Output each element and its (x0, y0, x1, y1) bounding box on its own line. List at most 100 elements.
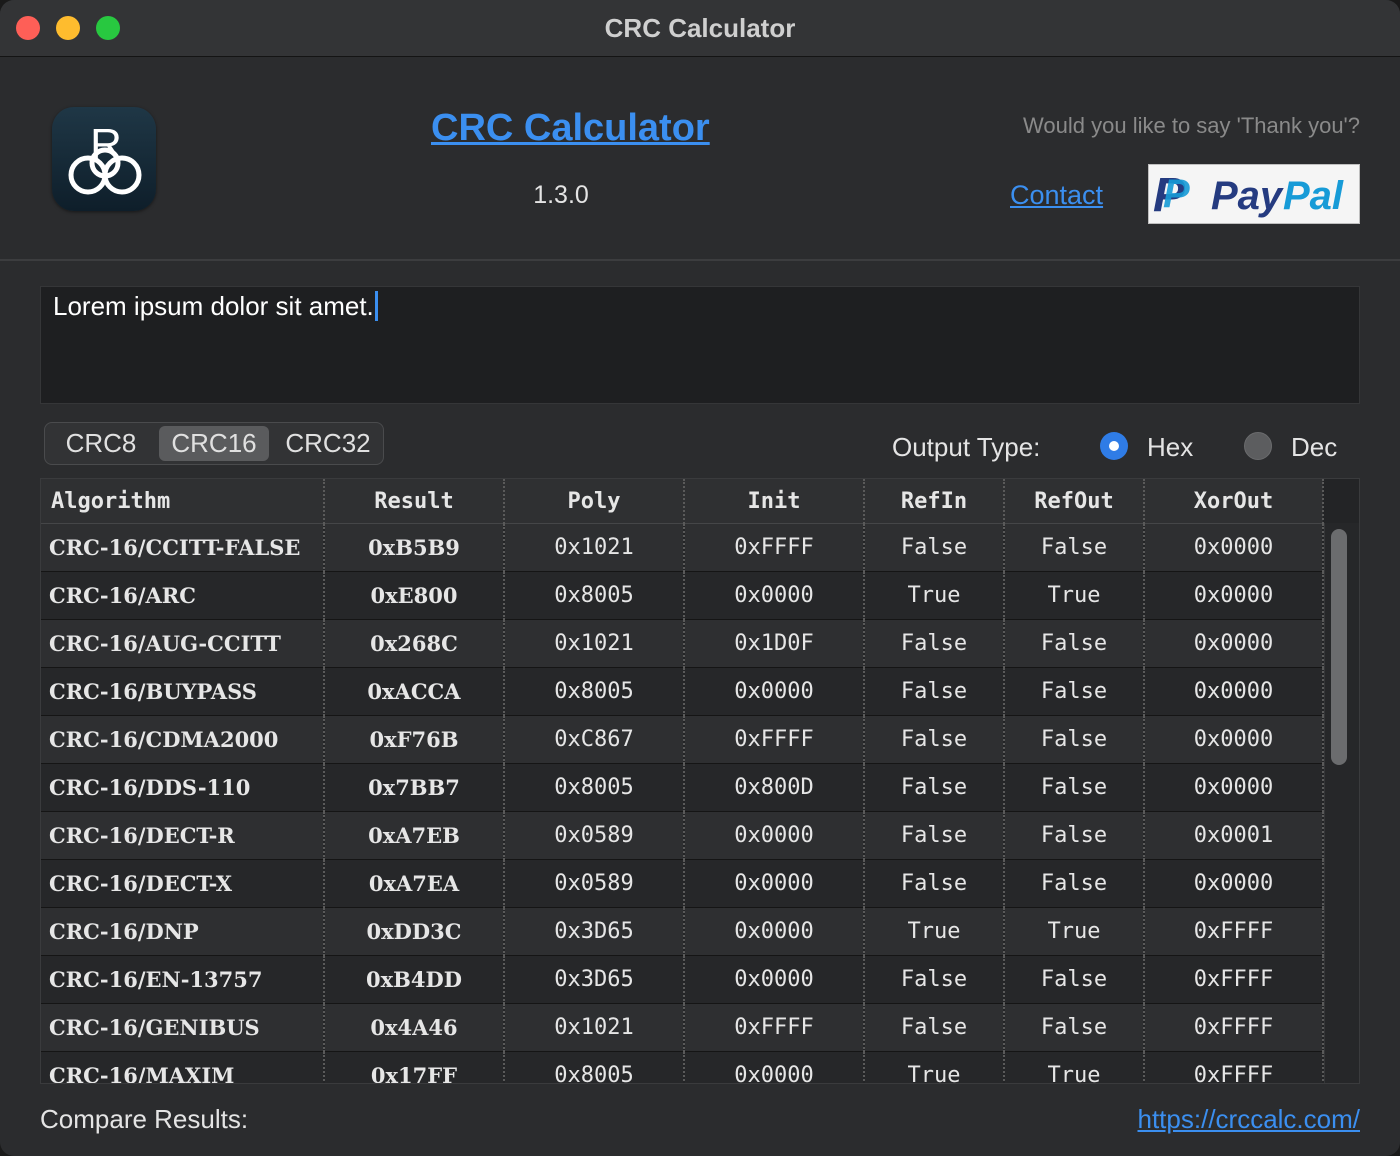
cell-result: 0xA7EB (324, 811, 505, 860)
cell-refout: False (1004, 523, 1145, 572)
table-row[interactable]: CRC-16/AUG-CCITT 0x268C 0x1021 0x1D0F False F… (41, 619, 1324, 668)
tab-crc8[interactable]: CRC8 (51, 426, 151, 461)
dec-radio[interactable] (1244, 432, 1272, 460)
cell-init: 0xFFFF (684, 715, 865, 764)
table-row[interactable]: CRC-16/CDMA2000 0xF76B 0xC867 0xFFFF False Fa… (41, 715, 1324, 764)
cell-refin: False (864, 859, 1005, 908)
column-header-init[interactable]: Init (684, 479, 865, 524)
cell-init: 0x1D0F (684, 619, 865, 668)
cell-result: 0x17FF (324, 1051, 505, 1083)
cell-poly: 0x0589 (504, 811, 685, 860)
paypal-logo-icon: P P Pay Pal (1153, 169, 1344, 222)
table-row[interactable]: CRC-16/DECT-R 0xA7EB 0x0589 0x0000 False Fals… (41, 811, 1324, 860)
cell-algorithm: CRC-16/DDS-110 (41, 763, 325, 812)
table-row[interactable]: CRC-16/EN-13757 0xB4DD 0x3D65 0x0000 False Fa… (41, 955, 1324, 1004)
scrollbar-thumb[interactable] (1331, 529, 1347, 765)
cell-poly: 0x0589 (504, 859, 685, 908)
cell-result: 0xE800 (324, 571, 505, 620)
column-header-result[interactable]: Result (324, 479, 505, 524)
input-text: Lorem ipsum dolor sit amet. (53, 291, 378, 322)
cell-result: 0x268C (324, 619, 505, 668)
cell-algorithm: CRC-16/DNP (41, 907, 325, 956)
cell-init: 0xFFFF (684, 1003, 865, 1052)
contact-link[interactable]: Contact (1010, 180, 1103, 211)
dec-radio-label[interactable]: Dec (1291, 432, 1337, 463)
thanks-text: Would you like to say 'Thank you'? (1023, 113, 1360, 138)
table-row[interactable]: CRC-16/MAXIM 0x17FF 0x8005 0x0000 True True 0x… (41, 1051, 1324, 1083)
table-row[interactable]: CRC-16/GENIBUS 0x4A46 0x1021 0xFFFF False Fal… (41, 1003, 1324, 1052)
column-header-refout[interactable]: RefOut (1004, 479, 1145, 524)
cell-refout: False (1004, 859, 1145, 908)
cell-result: 0xDD3C (324, 907, 505, 956)
cell-xorout: 0x0000 (1144, 667, 1324, 716)
cell-refin: False (864, 715, 1005, 764)
cell-init: 0x0000 (684, 907, 865, 956)
cell-refout: True (1004, 907, 1145, 956)
column-header-poly[interactable]: Poly (504, 479, 685, 524)
tab-crc16[interactable]: CRC16 (159, 426, 269, 461)
cell-result: 0xB5B9 (324, 523, 505, 572)
svg-text:P: P (1163, 172, 1190, 216)
table-row[interactable]: CRC-16/ARC 0xE800 0x8005 0x0000 True True 0x00… (41, 571, 1324, 620)
column-header-refin[interactable]: RefIn (864, 479, 1005, 524)
cell-poly: 0x8005 (504, 667, 685, 716)
svg-text:Pay: Pay (1211, 174, 1284, 218)
cell-refin: True (864, 571, 1005, 620)
cell-algorithm: CRC-16/CDMA2000 (41, 715, 325, 764)
cell-xorout: 0x0000 (1144, 763, 1324, 812)
table-row[interactable]: CRC-16/BUYPASS 0xACCA 0x8005 0x0000 False Fal… (41, 667, 1324, 716)
hex-radio[interactable] (1100, 432, 1128, 460)
version-label: 1.3.0 (533, 181, 589, 209)
cell-refout: False (1004, 955, 1145, 1004)
app-logo-icon: R (52, 107, 156, 211)
cell-algorithm: CRC-16/DECT-R (41, 811, 325, 860)
cell-refin: True (864, 1051, 1005, 1083)
cell-result: 0xB4DD (324, 955, 505, 1004)
table-header-row: Algorithm Result Poly Init RefIn RefOut … (41, 479, 1324, 524)
cell-init: 0x0000 (684, 859, 865, 908)
cell-xorout: 0xFFFF (1144, 955, 1324, 1004)
column-header-xorout[interactable]: XorOut (1144, 479, 1324, 524)
cell-refout: False (1004, 619, 1145, 668)
cell-xorout: 0x0000 (1144, 571, 1324, 620)
cell-poly: 0x8005 (504, 571, 685, 620)
table-row[interactable]: CRC-16/DDS-110 0x7BB7 0x8005 0x800D False Fal… (41, 763, 1324, 812)
cell-algorithm: CRC-16/ARC (41, 571, 325, 620)
cell-xorout: 0xFFFF (1144, 907, 1324, 956)
text-input-area[interactable]: Lorem ipsum dolor sit amet. (40, 286, 1360, 404)
cell-refin: False (864, 523, 1005, 572)
cell-refout: False (1004, 1003, 1145, 1052)
cell-poly: 0x8005 (504, 1051, 685, 1083)
cell-xorout: 0x0000 (1144, 619, 1324, 668)
table-row[interactable]: CRC-16/DECT-X 0xA7EA 0x0589 0x0000 False Fals… (41, 859, 1324, 908)
table-row[interactable]: CRC-16/CCITT-FALSE 0xB5B9 0x1021 0xFFFF Fals… (41, 523, 1324, 572)
cell-xorout: 0x0001 (1144, 811, 1324, 860)
cell-init: 0x0000 (684, 811, 865, 860)
cell-poly: 0x1021 (504, 1003, 685, 1052)
text-caret (374, 291, 378, 321)
results-table: Algorithm Result Poly Init RefIn RefOut … (40, 478, 1360, 1084)
window-title: CRC Calculator (604, 13, 796, 43)
cell-init: 0x0000 (684, 1051, 865, 1083)
app-header: R CRC Calculator 1.3.0 Would you like to… (0, 57, 1400, 261)
cell-poly: 0x3D65 (504, 955, 685, 1004)
paypal-button[interactable]: P P Pay Pal (1148, 164, 1360, 224)
cell-init: 0x0000 (684, 955, 865, 1004)
cell-poly: 0x1021 (504, 523, 685, 572)
cell-init: 0x800D (684, 763, 865, 812)
cell-refin: False (864, 763, 1005, 812)
output-type-label: Output Type: (892, 432, 1041, 462)
cell-algorithm: CRC-16/CCITT-FALSE (41, 523, 325, 572)
cell-xorout: 0xFFFF (1144, 1051, 1324, 1083)
hex-radio-label[interactable]: Hex (1147, 432, 1193, 463)
cell-algorithm: CRC-16/BUYPASS (41, 667, 325, 716)
cell-refin: False (864, 1003, 1005, 1052)
app-name-link[interactable]: CRC Calculator (431, 107, 710, 150)
cell-refin: True (864, 907, 1005, 956)
cell-refin: False (864, 667, 1005, 716)
table-row[interactable]: CRC-16/DNP 0xDD3C 0x3D65 0x0000 True True 0xFF… (41, 907, 1324, 956)
tab-crc32[interactable]: CRC32 (275, 426, 381, 461)
website-link[interactable]: https://crccalc.com/ (1138, 1104, 1361, 1135)
column-header-algorithm[interactable]: Algorithm (41, 479, 325, 524)
cell-result: 0x4A46 (324, 1003, 505, 1052)
